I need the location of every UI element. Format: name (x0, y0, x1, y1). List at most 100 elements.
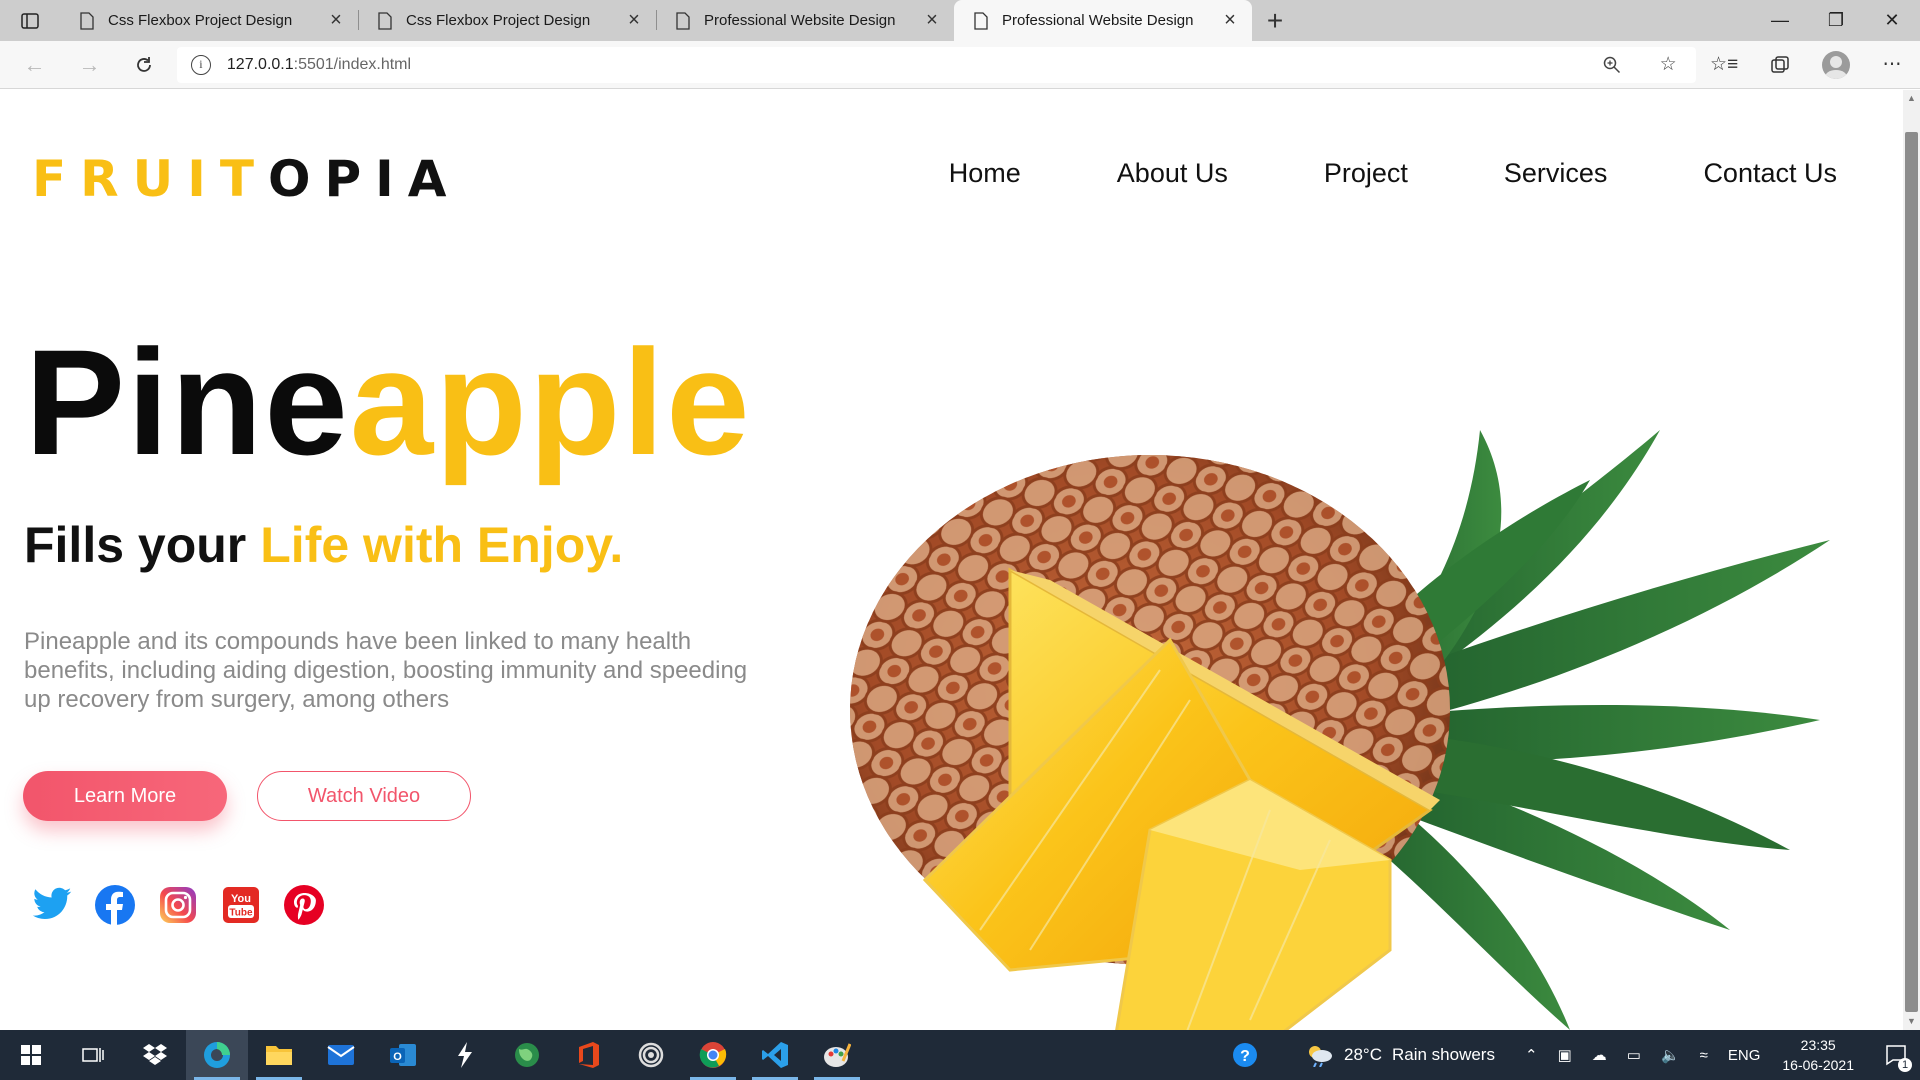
page-icon (80, 11, 94, 30)
learn-more-button[interactable]: Learn More (23, 771, 227, 821)
notification-center[interactable]: 1 (1872, 1030, 1920, 1080)
nav-contact-us[interactable]: Contact Us (1703, 158, 1837, 189)
help-app[interactable]: ? (1214, 1030, 1276, 1080)
nav-home[interactable]: Home (949, 158, 1021, 189)
weather-temp: 28°C (1344, 1045, 1382, 1064)
refresh-button[interactable] (117, 41, 172, 89)
tab-title: Professional Website Design (1002, 12, 1194, 29)
chrome-app[interactable] (682, 1030, 744, 1080)
sublime-app[interactable] (434, 1030, 496, 1080)
minimize-button[interactable]: — (1752, 0, 1808, 41)
clock-time: 23:35 (1800, 1037, 1836, 1053)
back-button[interactable]: ← (7, 41, 62, 89)
vertical-scrollbar[interactable]: ▲ ▼ (1903, 90, 1920, 1030)
zoom-icon[interactable] (1584, 56, 1640, 74)
weather-icon (1309, 1046, 1332, 1067)
paint-app[interactable] (806, 1030, 868, 1080)
address-toolbar: ← → i 127.0.0.1:5501/index.html ☆ ☆≡ ⋯ (0, 41, 1920, 89)
system-tray: ? 28°C Rain showers ⌃ ▣ ☁ ▭ 🔈 ≈ ENG 23:3… (1214, 1030, 1920, 1080)
twitter-icon[interactable] (30, 883, 74, 927)
close-icon[interactable]: × (326, 9, 346, 32)
svg-text:O: O (393, 1051, 402, 1063)
scroll-up-arrow[interactable]: ▲ (1903, 90, 1920, 107)
browser-tab[interactable]: Css Flexbox Project Design × (60, 0, 358, 41)
chevron-up-icon[interactable]: ⌃ (1525, 1046, 1538, 1064)
paint-icon (824, 1043, 851, 1067)
new-tab-button[interactable]: + (1252, 0, 1298, 41)
spiral-app[interactable] (620, 1030, 682, 1080)
restore-button[interactable]: ❐ (1808, 0, 1864, 41)
onedrive-icon[interactable]: ☁ (1592, 1046, 1607, 1064)
mail-app[interactable] (310, 1030, 372, 1080)
forward-button[interactable]: → (62, 41, 117, 89)
edge-app[interactable] (186, 1030, 248, 1080)
language-indicator[interactable]: ENG (1728, 1047, 1761, 1064)
page-viewport: FRUITOPIA Home About Us Project Services… (0, 90, 1920, 1030)
nav-project[interactable]: Project (1324, 158, 1408, 189)
scrollbar-thumb[interactable] (1905, 132, 1918, 1012)
dropbox-app[interactable] (124, 1030, 186, 1080)
instagram-icon[interactable] (156, 883, 200, 927)
more-menu-icon[interactable]: ⋯ (1864, 41, 1920, 89)
browser-tab[interactable]: Css Flexbox Project Design × (358, 0, 656, 41)
volume-icon[interactable]: 🔈 (1661, 1046, 1680, 1064)
start-button[interactable] (0, 1030, 62, 1080)
windows-icon (21, 1045, 41, 1065)
facebook-icon[interactable] (93, 883, 137, 927)
nav-services[interactable]: Services (1504, 158, 1608, 189)
youtube-icon[interactable]: You Tube (219, 883, 263, 927)
svg-text:You: You (231, 893, 251, 905)
battery-icon[interactable]: ▭ (1627, 1046, 1641, 1064)
pinterest-icon[interactable] (282, 883, 326, 927)
watch-video-button[interactable]: Watch Video (257, 771, 471, 821)
vscode-icon (762, 1042, 788, 1068)
hero-description: Pineapple and its compounds have been li… (24, 628, 748, 713)
browser-tab[interactable]: Professional Website Design × (656, 0, 954, 41)
vscode-app[interactable] (744, 1030, 806, 1080)
meet-now-icon[interactable]: ▣ (1558, 1046, 1572, 1064)
mail-icon (327, 1045, 355, 1065)
hero-title: Pineapple (25, 318, 752, 486)
office-app[interactable] (558, 1030, 620, 1080)
favorites-icon[interactable]: ☆≡ (1696, 41, 1752, 89)
address-field[interactable]: i 127.0.0.1:5501/index.html ☆ (176, 46, 1697, 83)
globe-app[interactable] (496, 1030, 558, 1080)
page-icon (378, 11, 392, 30)
svg-text:Tube: Tube (229, 908, 253, 919)
social-links: You Tube (30, 883, 345, 927)
task-view-button[interactable] (62, 1030, 124, 1080)
clock[interactable]: 23:35 16-06-2021 (1782, 1035, 1854, 1075)
chrome-icon (699, 1042, 727, 1068)
add-favorite-icon[interactable]: ☆ (1640, 53, 1696, 76)
pineapple-image (850, 430, 1830, 1030)
file-explorer-app[interactable] (248, 1030, 310, 1080)
browser-tab-active[interactable]: Professional Website Design × (954, 0, 1252, 41)
avatar (1822, 50, 1851, 79)
wifi-icon[interactable]: ≈ (1700, 1047, 1708, 1064)
clock-date: 16-06-2021 (1782, 1057, 1854, 1073)
tab-title: Css Flexbox Project Design (108, 12, 293, 29)
page-icon (676, 11, 690, 30)
nav-about-us[interactable]: About Us (1117, 158, 1228, 189)
close-icon[interactable]: × (624, 9, 644, 32)
profile-button[interactable] (1808, 41, 1864, 89)
url-text[interactable]: 127.0.0.1:5501/index.html (227, 56, 1584, 74)
window-controls: — ❐ ✕ (1752, 0, 1920, 41)
close-icon[interactable]: × (922, 9, 942, 32)
site-logo[interactable]: FRUITOPIA (32, 150, 460, 208)
weather-widget[interactable]: 28°C Rain showers (1306, 1043, 1495, 1067)
refresh-icon (137, 56, 152, 72)
collections-icon[interactable] (1752, 41, 1808, 89)
globe-icon (515, 1043, 539, 1067)
close-icon[interactable]: × (1220, 9, 1240, 32)
tab-actions-button[interactable] (0, 0, 60, 41)
notification-badge: 1 (1898, 1058, 1912, 1072)
outlook-app[interactable]: O (372, 1030, 434, 1080)
edge-icon (204, 1042, 230, 1068)
tab-title: Professional Website Design (704, 12, 896, 29)
scroll-down-arrow[interactable]: ▼ (1903, 1013, 1920, 1030)
office-icon (579, 1042, 599, 1068)
tab-actions-icon (21, 12, 39, 29)
close-window-button[interactable]: ✕ (1864, 0, 1920, 41)
site-info-icon[interactable]: i (190, 54, 211, 75)
